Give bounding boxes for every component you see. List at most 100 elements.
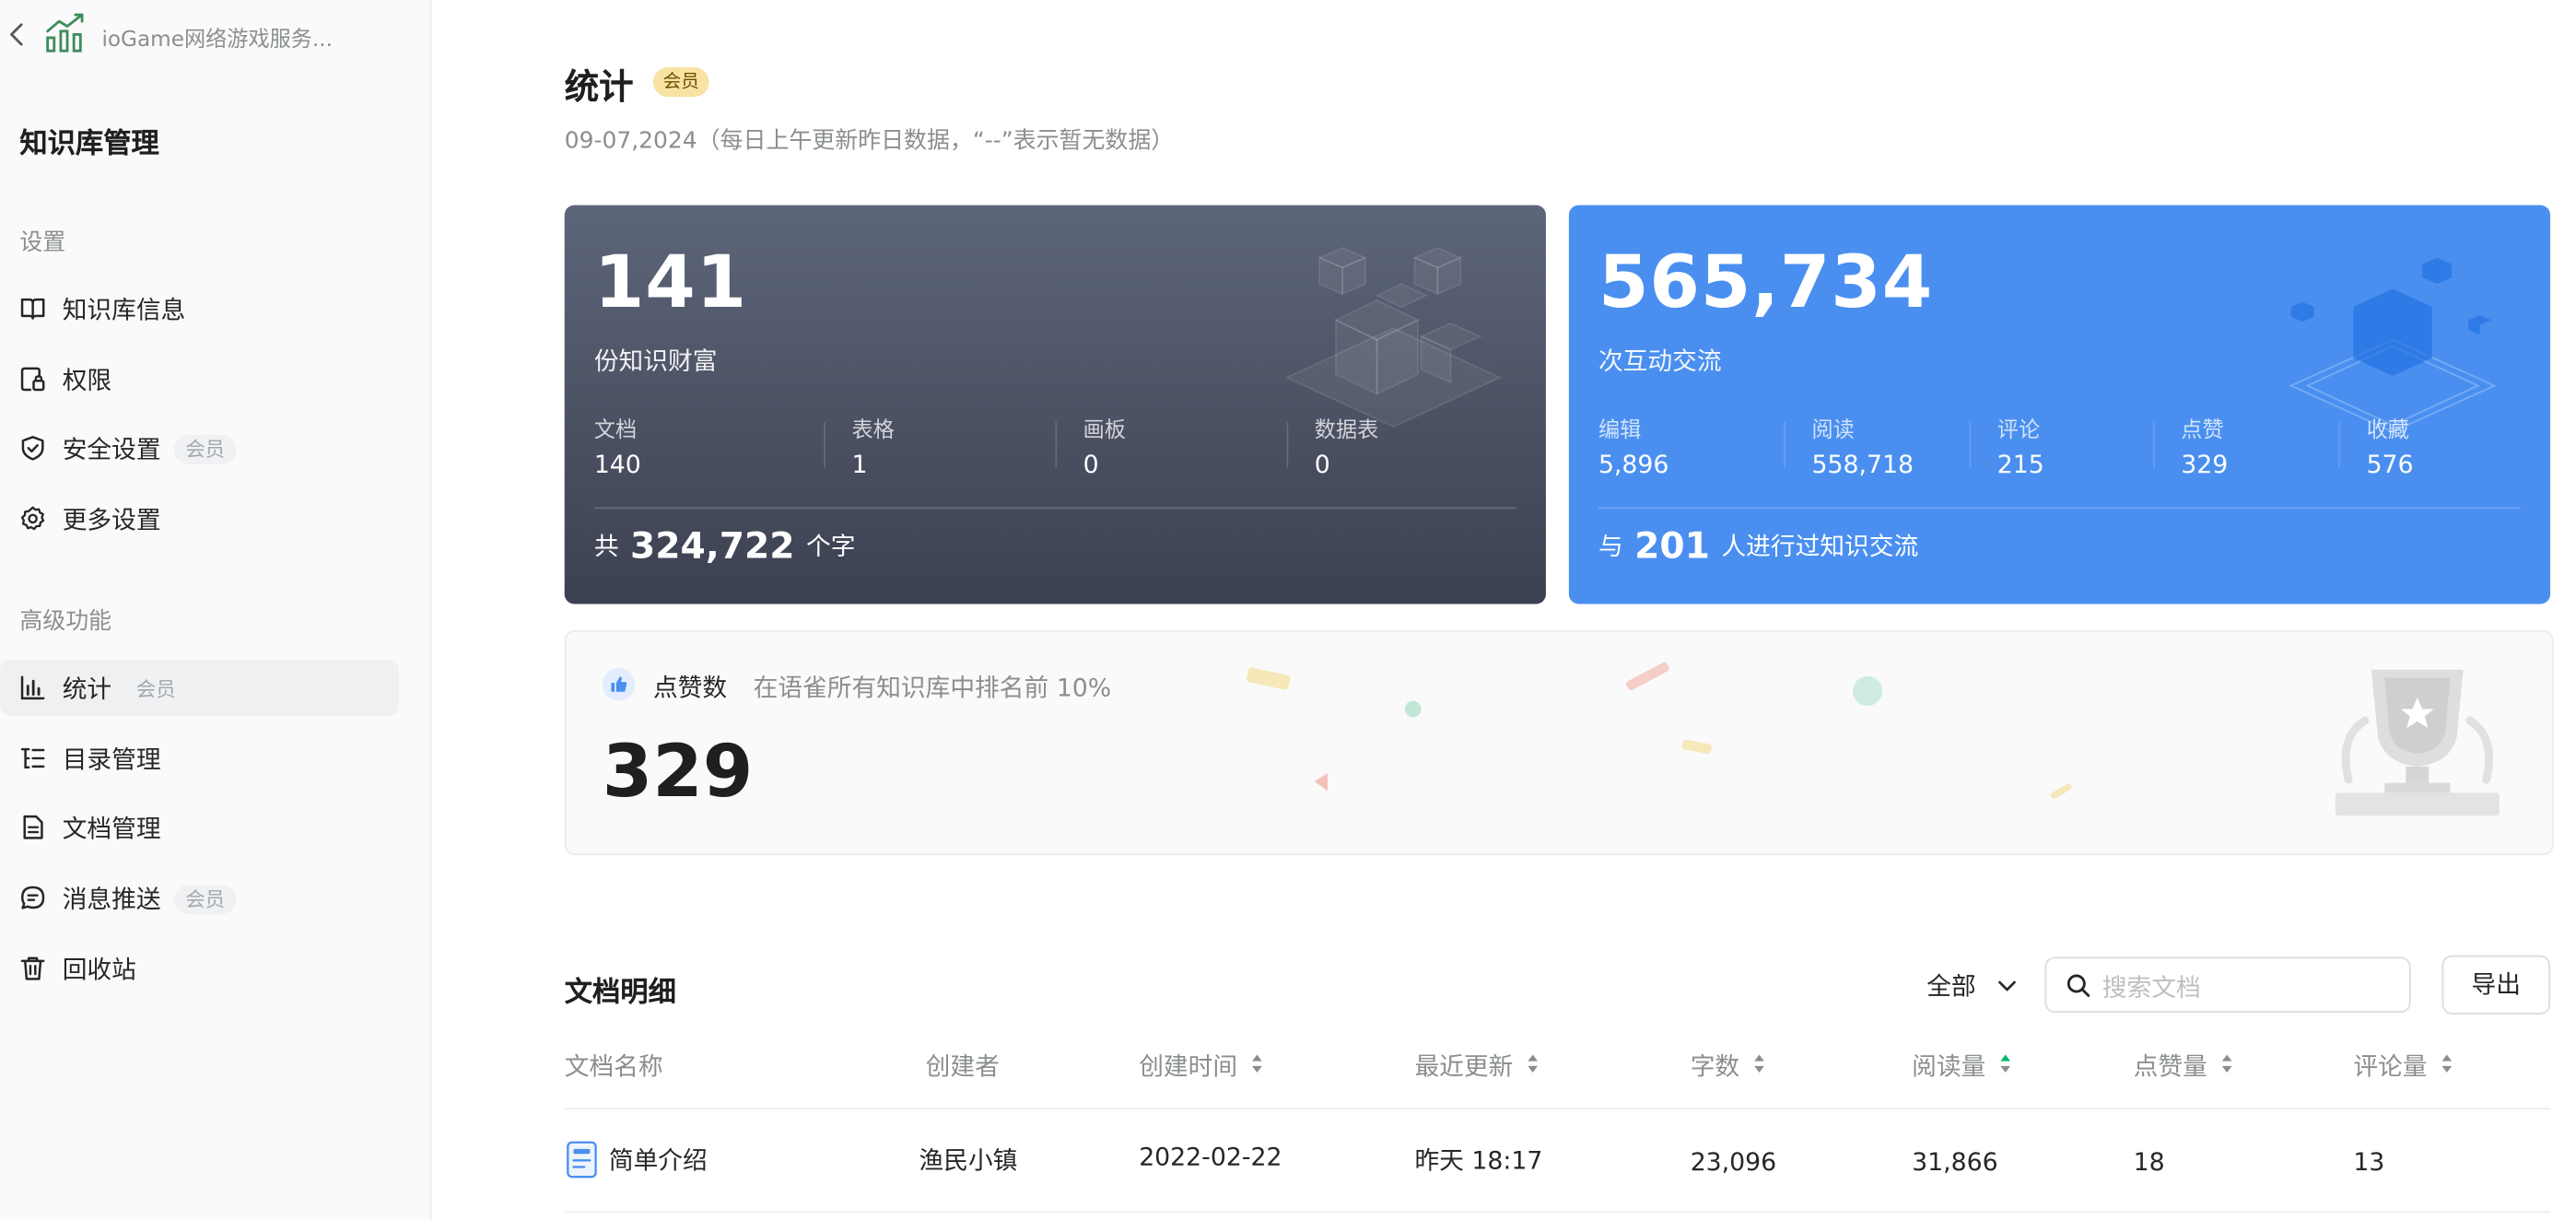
export-button[interactable]: 导出: [2441, 955, 2551, 1015]
search-placeholder: 搜索文档: [2102, 973, 2201, 1003]
cubes-illustration: [1284, 246, 1503, 428]
word-count-value: 324,722: [630, 526, 795, 569]
stat-label-datatables: 数据表: [1314, 418, 1379, 443]
sidebar-item-permissions[interactable]: 权限: [0, 351, 399, 407]
stat-value-datatables: 0: [1314, 450, 1330, 480]
divider: [564, 1108, 2551, 1110]
footer-suffix: 人进行过知识交流: [1721, 532, 1919, 562]
vip-badge: 会员: [124, 675, 188, 705]
vip-badge: 会员: [652, 67, 709, 98]
likes-rank-desc: 在语雀所有知识库中排名前 10%: [753, 673, 1112, 703]
chevron-left-icon[interactable]: [6, 21, 29, 48]
column-label: 最近更新: [1414, 1051, 1514, 1082]
column-header-reads[interactable]: 阅读量: [1912, 1049, 2012, 1083]
sidebar-item-more-settings[interactable]: 更多设置: [0, 491, 399, 547]
stat-value-boards: 0: [1083, 450, 1099, 480]
message-icon: [19, 885, 46, 911]
search-icon: [2067, 973, 2091, 998]
gear-icon: [19, 506, 46, 533]
sidebar-item-label: 回收站: [62, 955, 136, 985]
knowledge-count-label: 份知识财富: [593, 346, 718, 376]
cell-updated: 昨天 18:17: [1414, 1145, 1543, 1176]
stat-label-reads: 阅读: [1811, 418, 1855, 443]
footer-suffix: 个字: [805, 532, 856, 562]
shield-icon: [19, 435, 46, 462]
sort-icon: [1250, 1052, 1263, 1075]
sidebar-item-notifications[interactable]: 消息推送 会员: [0, 870, 399, 926]
table-row: 简单介绍 渔民小镇 2022-02-22 昨天 18:17 23,096 31,…: [565, 1132, 2550, 1191]
sidebar-item-text: 安全设置: [62, 435, 161, 465]
column-label: 创建时间: [1139, 1051, 1238, 1082]
stat-label-sheets: 表格: [851, 418, 895, 443]
sort-icon: [1527, 1052, 1540, 1075]
column-label: 点赞量: [2133, 1051, 2207, 1082]
likes-ranking-banner: 点赞数 在语雀所有知识库中排名前 10% 329: [564, 630, 2554, 856]
sidebar-item-label: 更多设置: [62, 505, 161, 535]
sidebar-item-label: 文档管理: [62, 814, 161, 844]
sidebar-item-trash[interactable]: 回收站: [0, 941, 399, 997]
sidebar-item-security[interactable]: 安全设置 会员: [0, 420, 399, 476]
thumbs-up-icon: [602, 667, 636, 701]
participants-value: 201: [1634, 526, 1710, 569]
column-label: 字数: [1690, 1051, 1740, 1082]
chart-growth-icon: [44, 11, 87, 53]
cell-created: 2022-02-22: [1139, 1142, 1282, 1172]
divider: [1784, 421, 1786, 468]
divider: [564, 1211, 2551, 1214]
sort-icon: [2441, 1052, 2453, 1075]
stat-label-edits: 编辑: [1598, 418, 1642, 443]
sidebar-item-text: 消息推送: [62, 885, 161, 915]
sort-icon-active: [1999, 1052, 2012, 1075]
book-icon: [19, 296, 46, 323]
sidebar-item-catalog[interactable]: 目录管理: [0, 731, 399, 787]
page-subtitle: 09-07,2024（每日上午更新昨日数据，“--”表示暂无数据）: [564, 127, 1175, 155]
doc-search-input[interactable]: 搜索文档: [2044, 956, 2411, 1014]
column-header-likes[interactable]: 点赞量: [2134, 1049, 2234, 1083]
cubes-illustration: [2289, 257, 2497, 433]
column-header-updated[interactable]: 最近更新: [1414, 1049, 1539, 1083]
cell-comments: 13: [2353, 1147, 2385, 1178]
divider: [2153, 421, 2155, 468]
trophy-illustration: [2335, 669, 2500, 816]
divider: [1286, 421, 1289, 468]
doc-filter-dropdown[interactable]: 全部: [1926, 968, 2017, 1003]
sidebar-item-docs[interactable]: 文档管理: [0, 799, 399, 855]
stat-value-reads: 558,718: [1811, 450, 1914, 480]
stat-value-likes: 329: [2181, 450, 2229, 480]
sidebar-item-label: 统计 会员: [62, 672, 188, 706]
interaction-card: 565,734 次互动交流 编辑 5,896 阅读 558,718 评论 215…: [1568, 205, 2551, 604]
section-title-settings: 设置: [19, 229, 66, 256]
cell-reads: 31,866: [1912, 1147, 1998, 1178]
cell-words: 23,096: [1690, 1147, 1777, 1178]
doc-file-icon: [567, 1141, 600, 1180]
permission-lock-icon: [19, 366, 46, 393]
column-header-creator: 创建者: [925, 1051, 1000, 1082]
divider: [2338, 421, 2341, 468]
sort-icon: [2220, 1052, 2233, 1075]
list-tree-icon: [19, 745, 46, 772]
sidebar-item-label: 知识库信息: [62, 295, 186, 325]
stat-value-comments: 215: [1996, 450, 2044, 480]
sidebar-item-label: 目录管理: [62, 745, 161, 775]
doc-details-title: 文档明细: [564, 976, 676, 1010]
column-header-comments[interactable]: 评论量: [2353, 1049, 2453, 1083]
vip-badge: 会员: [173, 435, 237, 465]
column-header-words[interactable]: 字数: [1691, 1049, 1766, 1083]
stat-value-sheets: 1: [851, 450, 868, 480]
stat-label-boards: 画板: [1083, 418, 1126, 443]
column-header-name: 文档名称: [564, 1051, 663, 1082]
sidebar-item-kb-info[interactable]: 知识库信息: [0, 281, 399, 337]
doc-name-link[interactable]: 简单介绍: [609, 1143, 708, 1177]
divider: [1055, 421, 1058, 468]
interaction-count: 565,734: [1598, 240, 1934, 325]
sidebar-item-statistics[interactable]: 统计 会员: [0, 660, 399, 716]
divider: [1598, 507, 2521, 510]
bar-chart-icon: [19, 675, 46, 701]
stat-label-likes: 点赞: [2181, 418, 2224, 443]
app-name[interactable]: ioGame网络游戏服务...: [101, 21, 333, 53]
section-title-advanced: 高级功能: [19, 608, 112, 636]
sidebar-item-text: 统计: [62, 675, 112, 705]
divider: [1969, 421, 1972, 468]
column-header-created[interactable]: 创建时间: [1139, 1049, 1263, 1083]
knowledge-count: 141: [593, 240, 748, 325]
